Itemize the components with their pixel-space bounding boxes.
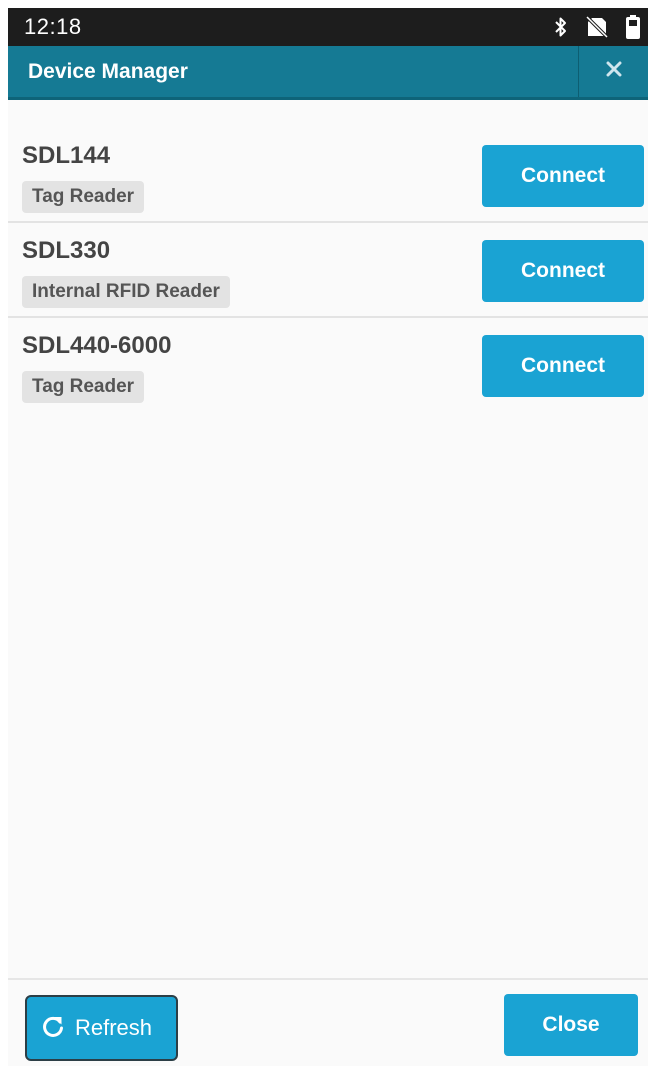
connect-button[interactable]: Connect — [482, 240, 644, 302]
battery-icon — [626, 15, 640, 39]
refresh-icon — [41, 1014, 65, 1043]
device-name: SDL330 — [22, 237, 111, 264]
close-icon — [606, 61, 622, 82]
bluetooth-icon — [554, 16, 568, 38]
device-name: SDL144 — [22, 142, 111, 169]
no-sim-icon — [586, 16, 608, 38]
page-title: Device Manager — [28, 60, 188, 83]
connect-button[interactable]: Connect — [482, 335, 644, 397]
status-icons — [554, 14, 640, 40]
close-button[interactable]: Close — [504, 994, 638, 1056]
status-time: 12:18 — [24, 14, 82, 39]
device-row: SDL440-6000 Tag Reader Connect — [8, 318, 648, 413]
footer: Refresh Close — [8, 978, 648, 1066]
refresh-button[interactable]: Refresh — [25, 995, 178, 1061]
app-bar: Device Manager — [8, 46, 648, 100]
device-type-badge: Internal RFID Reader — [22, 276, 230, 308]
connect-button[interactable]: Connect — [482, 145, 644, 207]
device-row: SDL144 Tag Reader Connect — [8, 128, 648, 223]
device-type-badge: Tag Reader — [22, 181, 145, 213]
device-name: SDL440-6000 — [22, 332, 172, 359]
refresh-label: Refresh — [75, 1015, 153, 1040]
device-row: SDL330 Internal RFID Reader Connect — [8, 223, 648, 318]
status-bar: 12:18 — [8, 8, 648, 46]
app-bar-close-button[interactable] — [578, 46, 648, 97]
device-manager-screen: 12:18 Device Manager SDL144 Tag Reader C… — [8, 8, 648, 1066]
device-type-badge: Tag Reader — [22, 371, 145, 403]
device-list: SDL144 Tag Reader Connect SDL330 Interna… — [8, 128, 648, 413]
